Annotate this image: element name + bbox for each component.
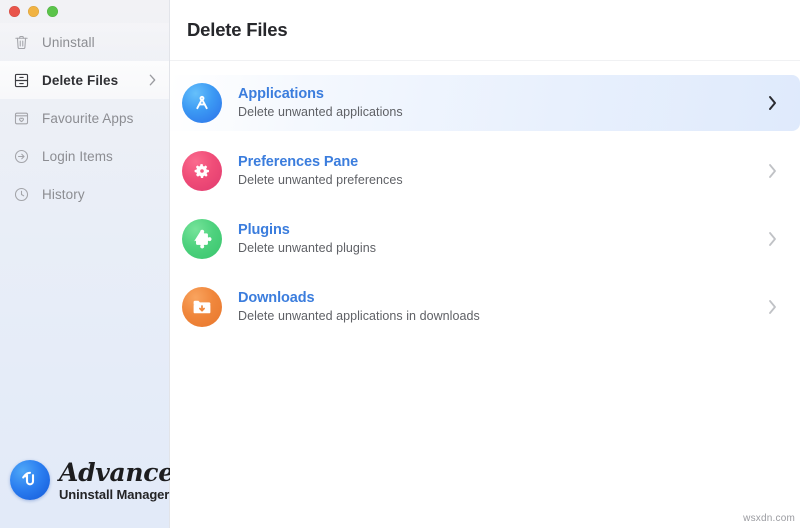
titlebar <box>0 0 169 22</box>
compass-app-icon <box>182 83 222 123</box>
list-item-subtitle: Delete unwanted applications <box>238 105 403 120</box>
list-item-subtitle: Delete unwanted applications in download… <box>238 309 480 324</box>
close-button[interactable] <box>9 5 20 17</box>
chevron-right-icon[interactable] <box>767 230 778 248</box>
list-item-applications[interactable]: Applications Delete unwanted application… <box>170 75 800 131</box>
trash-icon <box>13 34 30 51</box>
minimize-button[interactable] <box>28 5 39 17</box>
sidebar-item-label: Uninstall <box>42 34 95 50</box>
list-item-plugins[interactable]: Plugins Delete unwanted plugins <box>170 211 800 267</box>
sidebar-item-label: Delete Files <box>42 72 119 88</box>
list-item-title: Downloads <box>238 289 315 306</box>
chevron-right-icon <box>148 73 157 87</box>
app-window: Uninstall Delete Files Favourite Apps Lo… <box>0 0 800 528</box>
list-item-text: Applications Delete unwanted application… <box>238 86 403 121</box>
arrow-in-circle-icon <box>13 148 30 165</box>
sidebar-item-history[interactable]: History <box>0 175 169 213</box>
main-header: Delete Files <box>170 0 800 60</box>
sidebar-item-label: History <box>42 186 85 202</box>
list-item-preferences-pane[interactable]: Preferences Pane Delete unwanted prefere… <box>170 143 800 199</box>
sidebar-item-label: Login Items <box>42 148 113 164</box>
main-content: Delete Files Applications Delete unwante… <box>170 0 800 528</box>
list-item-title: Plugins <box>238 221 290 238</box>
chevron-right-icon[interactable] <box>767 94 778 112</box>
sidebar-item-label: Favourite Apps <box>42 110 134 126</box>
maximize-button[interactable] <box>47 5 58 17</box>
list-item-downloads[interactable]: Downloads Delete unwanted applications i… <box>170 279 800 335</box>
file-category-list: Applications Delete unwanted application… <box>170 61 800 335</box>
list-item-text: Preferences Pane Delete unwanted prefere… <box>238 154 403 189</box>
list-item-subtitle: Delete unwanted plugins <box>238 241 377 256</box>
app-logo-icon <box>10 460 50 500</box>
page-title: Delete Files <box>187 19 288 40</box>
sidebar-item-favourite-apps[interactable]: Favourite Apps <box>0 99 169 137</box>
gear-icon <box>182 151 222 191</box>
list-item-subtitle: Delete unwanted preferences <box>238 173 403 188</box>
app-logo: Advanced Uninstall Manager <box>0 442 191 528</box>
chevron-right-icon[interactable] <box>767 162 778 180</box>
chevron-right-icon[interactable] <box>767 298 778 316</box>
list-item-title: Applications <box>238 85 324 102</box>
sidebar-item-delete-files[interactable]: Delete Files <box>0 61 169 99</box>
sidebar-nav: Uninstall Delete Files Favourite Apps Lo… <box>0 23 169 213</box>
heart-card-icon <box>13 110 30 127</box>
watermark: wsxdn.com <box>743 513 795 524</box>
puzzle-piece-icon <box>182 219 222 259</box>
list-item-title: Preferences Pane <box>238 153 359 170</box>
folder-download-icon <box>182 287 222 327</box>
drawers-icon <box>13 72 30 89</box>
sidebar: Uninstall Delete Files Favourite Apps Lo… <box>0 0 191 528</box>
list-item-text: Plugins Delete unwanted plugins <box>238 222 376 257</box>
list-item-text: Downloads Delete unwanted applications i… <box>238 290 480 325</box>
sidebar-item-uninstall[interactable]: Uninstall <box>0 23 169 61</box>
clock-icon <box>13 186 30 203</box>
sidebar-item-login-items[interactable]: Login Items <box>0 137 169 175</box>
